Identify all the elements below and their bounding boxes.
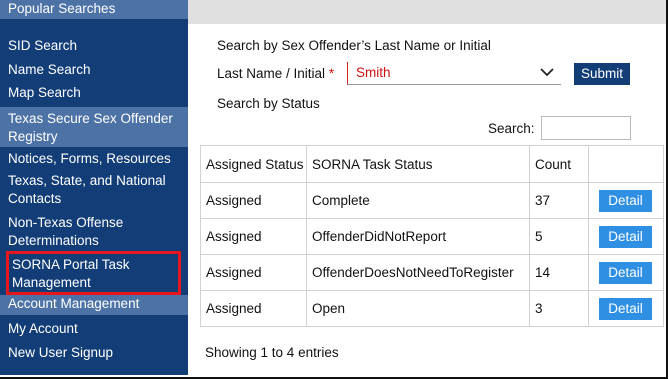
top-bar [188, 0, 666, 24]
cell-assigned-status: Assigned [200, 254, 307, 291]
sidebar-item-new-user-signup[interactable]: New User Signup [0, 344, 188, 362]
table-row: Assigned OffenderDidNotReport 5 Detail [200, 218, 664, 255]
column-header-count: Count [529, 145, 589, 183]
cell-assigned-status: Assigned [200, 218, 307, 255]
results-table: Assigned Status SORNA Task Status Count … [200, 145, 664, 327]
section-header-popular-searches: Popular Searches [0, 0, 188, 19]
cell-count: 5 [529, 218, 589, 255]
cell-action: Detail [588, 218, 664, 255]
cell-action: Detail [588, 290, 664, 327]
cell-assigned-status: Assigned [200, 290, 307, 327]
section-header-registry: Texas Secure Sex Offender Registry [0, 107, 188, 147]
sidebar: Popular Searches SID Search Name Search … [0, 0, 188, 375]
sidebar-item-notices-forms-resources[interactable]: Notices, Forms, Resources [0, 150, 188, 168]
chevron-down-icon [540, 68, 554, 77]
name-search-heading: Search by Sex Offender’s Last Name or In… [217, 38, 491, 53]
sidebar-item-sid-search[interactable]: SID Search [0, 37, 188, 55]
table-row: Assigned Open 3 Detail [200, 290, 664, 327]
table-row: Assigned OffenderDoesNotNeedToRegister 1… [200, 254, 664, 291]
cell-task-status: OffenderDidNotReport [306, 218, 530, 255]
cell-count: 14 [529, 254, 589, 291]
sidebar-item-contacts[interactable]: Texas, State, and National Contacts [0, 172, 188, 208]
last-name-select[interactable]: Smith [347, 62, 561, 85]
sidebar-item-my-account[interactable]: My Account [0, 320, 188, 338]
table-header-row: Assigned Status SORNA Task Status Count [200, 145, 664, 183]
table-row: Assigned Complete 37 Detail [200, 182, 664, 219]
section-header-account-management: Account Management [0, 295, 188, 315]
sidebar-item-sorna-task-management[interactable]: SORNA Portal Task Management [0, 256, 188, 292]
sidebar-item-non-texas-offense[interactable]: Non-Texas Offense Determinations [0, 214, 188, 250]
cell-task-status: Complete [306, 182, 530, 219]
cell-action: Detail [588, 254, 664, 291]
detail-button[interactable]: Detail [599, 189, 652, 212]
status-search-heading: Search by Status [217, 96, 320, 111]
submit-button[interactable]: Submit [574, 63, 630, 85]
last-name-select-value: Smith [356, 65, 391, 80]
sidebar-item-map-search[interactable]: Map Search [0, 84, 188, 102]
cell-task-status: Open [306, 290, 530, 327]
last-name-label: Last Name / Initial * [217, 66, 334, 81]
detail-button[interactable]: Detail [599, 261, 652, 284]
column-header-actions [588, 145, 664, 183]
detail-button[interactable]: Detail [599, 297, 652, 320]
cell-action: Detail [588, 182, 664, 219]
cell-count: 3 [529, 290, 589, 327]
sidebar-item-name-search[interactable]: Name Search [0, 61, 188, 79]
cell-task-status: OffenderDoesNotNeedToRegister [306, 254, 530, 291]
column-header-sorna-task-status: SORNA Task Status [306, 145, 530, 183]
table-search-input[interactable] [541, 116, 631, 140]
last-name-label-text: Last Name / Initial [217, 66, 326, 81]
column-header-assigned-status: Assigned Status [200, 145, 307, 183]
detail-button[interactable]: Detail [599, 225, 652, 248]
cell-assigned-status: Assigned [200, 182, 307, 219]
table-footer-entries: Showing 1 to 4 entries [205, 345, 339, 360]
required-marker: * [328, 66, 335, 81]
cell-count: 37 [529, 182, 589, 219]
table-search-label: Search: [488, 121, 535, 136]
